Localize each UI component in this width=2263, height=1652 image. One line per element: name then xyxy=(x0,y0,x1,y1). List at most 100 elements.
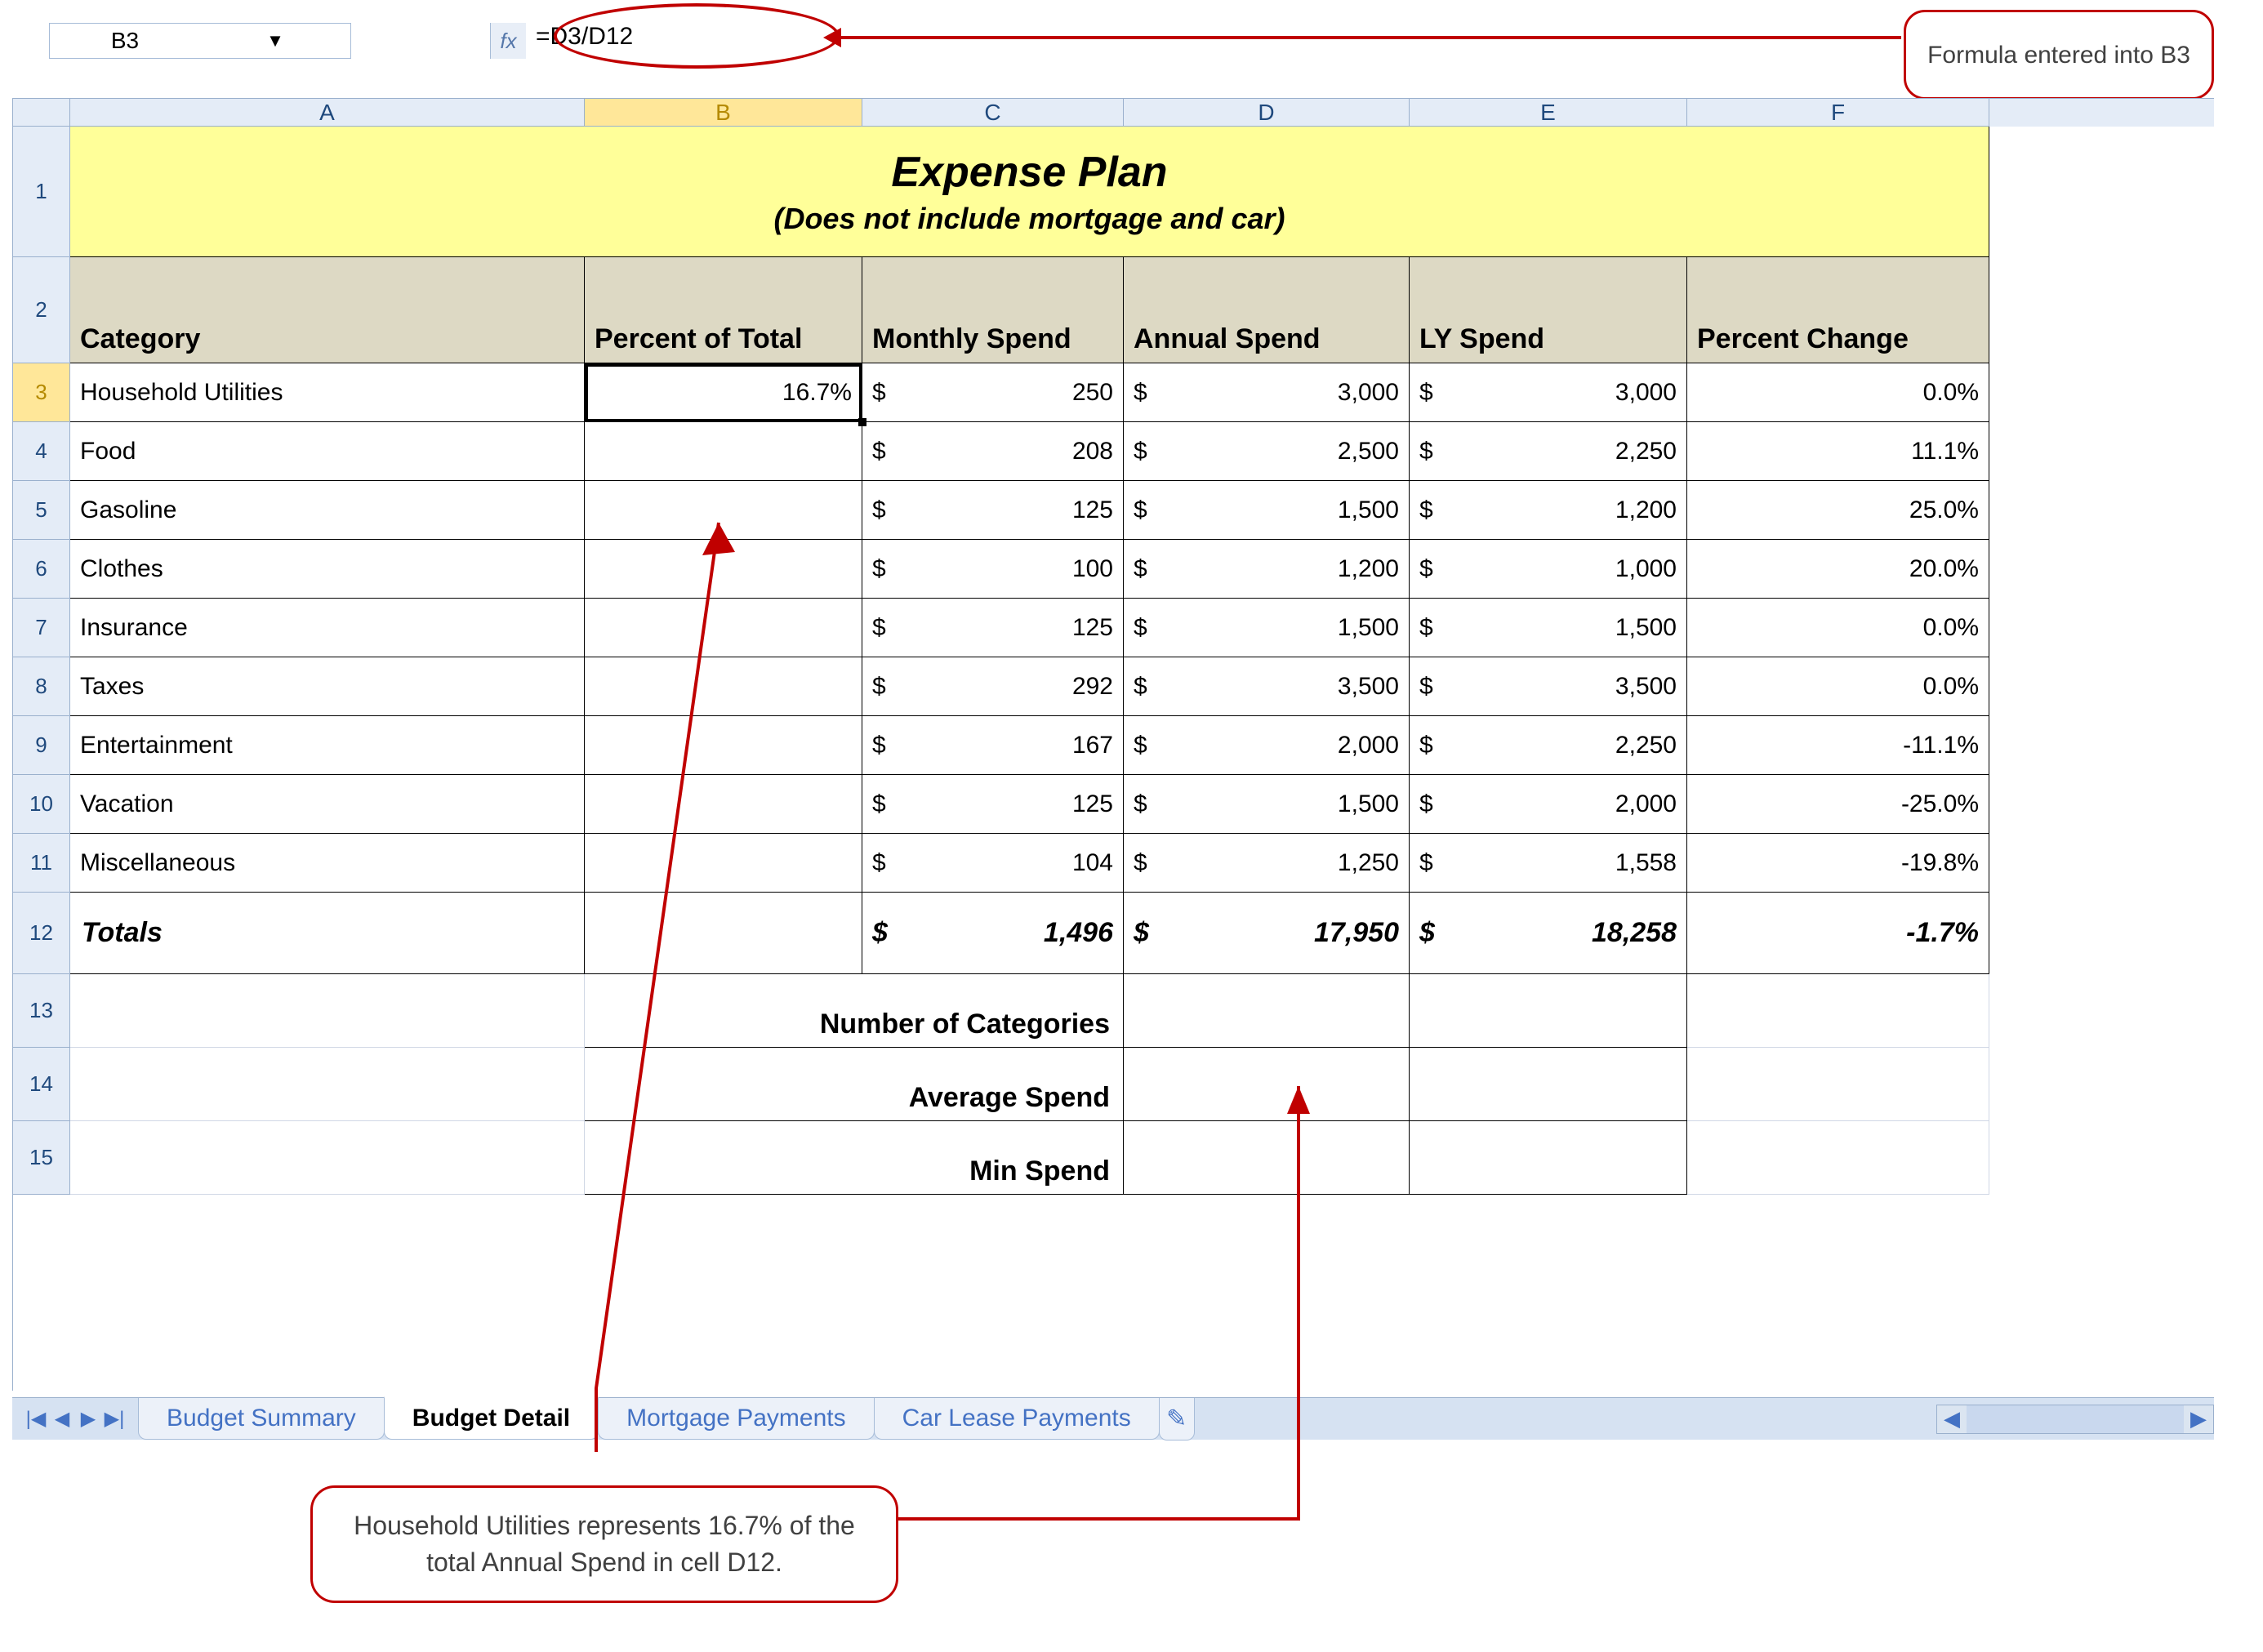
name-box-dropdown-icon[interactable]: ▼ xyxy=(200,30,350,51)
header-percent-change[interactable]: Percent Change xyxy=(1687,257,1989,363)
totals-monthly-cell[interactable]: $1,496 xyxy=(862,893,1124,974)
new-sheet-tab[interactable]: ✎ xyxy=(1159,1398,1195,1440)
column-header-D[interactable]: D xyxy=(1124,99,1410,127)
name-box[interactable]: B3 ▼ xyxy=(49,23,351,59)
annual-spend-cell[interactable]: $1,200 xyxy=(1124,540,1410,599)
percent-total-cell[interactable]: 16.7% xyxy=(585,363,862,422)
horizontal-scrollbar[interactable]: ◀ ▶ xyxy=(1936,1405,2214,1434)
scroll-track[interactable] xyxy=(1967,1405,2184,1433)
cell-E14[interactable] xyxy=(1410,1048,1687,1121)
annual-spend-cell[interactable]: $1,250 xyxy=(1124,834,1410,893)
cell-E15[interactable] xyxy=(1410,1121,1687,1195)
column-header-C[interactable]: C xyxy=(862,99,1124,127)
ly-spend-cell[interactable]: $1,000 xyxy=(1410,540,1687,599)
header-percent-total[interactable]: Percent of Total xyxy=(585,257,862,363)
column-header-F[interactable]: F xyxy=(1687,99,1989,127)
percent-change-cell[interactable]: -25.0% xyxy=(1687,775,1989,834)
formula-bar-input[interactable]: =D3/D12 xyxy=(526,23,1114,59)
monthly-spend-cell[interactable]: $167 xyxy=(862,716,1124,775)
row-header-4[interactable]: 4 xyxy=(13,422,70,481)
category-cell[interactable]: Entertainment xyxy=(70,716,585,775)
label-number-categories[interactable]: Number of Categories xyxy=(585,974,1124,1048)
annual-spend-cell[interactable]: $1,500 xyxy=(1124,599,1410,657)
row-header-2[interactable]: 2 xyxy=(13,257,70,363)
monthly-spend-cell[interactable]: $100 xyxy=(862,540,1124,599)
row-header-9[interactable]: 9 xyxy=(13,716,70,775)
monthly-spend-cell[interactable]: $125 xyxy=(862,775,1124,834)
insert-function-button[interactable]: fx xyxy=(490,23,526,59)
totals-label-cell[interactable]: Totals xyxy=(70,893,585,974)
cell-D13[interactable] xyxy=(1124,974,1410,1048)
column-header-A[interactable]: A xyxy=(70,99,585,127)
annual-spend-cell[interactable]: $1,500 xyxy=(1124,775,1410,834)
ly-spend-cell[interactable]: $1,200 xyxy=(1410,481,1687,540)
cell-D14[interactable] xyxy=(1124,1048,1410,1121)
row-header-13[interactable]: 13 xyxy=(13,974,70,1048)
annual-spend-cell[interactable]: $2,500 xyxy=(1124,422,1410,481)
percent-change-cell[interactable]: 0.0% xyxy=(1687,599,1989,657)
cell-F13[interactable] xyxy=(1687,974,1989,1048)
percent-change-cell[interactable]: 20.0% xyxy=(1687,540,1989,599)
cell-A13[interactable] xyxy=(70,974,585,1048)
annual-spend-cell[interactable]: $3,000 xyxy=(1124,363,1410,422)
row-header-11[interactable]: 11 xyxy=(13,834,70,893)
totals-percent-change-cell[interactable]: -1.7% xyxy=(1687,893,1989,974)
percent-total-cell[interactable] xyxy=(585,657,862,716)
percent-change-cell[interactable]: 0.0% xyxy=(1687,657,1989,716)
header-category[interactable]: Category xyxy=(70,257,585,363)
row-header-3[interactable]: 3 xyxy=(13,363,70,422)
percent-total-cell[interactable] xyxy=(585,540,862,599)
row-header-14[interactable]: 14 xyxy=(13,1048,70,1121)
percent-total-cell[interactable] xyxy=(585,422,862,481)
category-cell[interactable]: Gasoline xyxy=(70,481,585,540)
row-header-7[interactable]: 7 xyxy=(13,599,70,657)
category-cell[interactable]: Clothes xyxy=(70,540,585,599)
row-header-15[interactable]: 15 xyxy=(13,1121,70,1195)
ly-spend-cell[interactable]: $1,558 xyxy=(1410,834,1687,893)
totals-ly-cell[interactable]: $18,258 xyxy=(1410,893,1687,974)
sheet-nav-prev-icon[interactable]: ◀ xyxy=(50,1407,74,1431)
cell-F15[interactable] xyxy=(1687,1121,1989,1195)
row-header-10[interactable]: 10 xyxy=(13,775,70,834)
category-cell[interactable]: Vacation xyxy=(70,775,585,834)
sheet-tab[interactable]: Budget Detail xyxy=(384,1396,599,1440)
column-header-B[interactable]: B xyxy=(585,99,862,127)
column-header-E[interactable]: E xyxy=(1410,99,1687,127)
row-header-6[interactable]: 6 xyxy=(13,540,70,599)
row-header-1[interactable]: 1 xyxy=(13,127,70,257)
label-min-spend[interactable]: Min Spend xyxy=(585,1121,1124,1195)
cell-D15[interactable] xyxy=(1124,1121,1410,1195)
scroll-left-icon[interactable]: ◀ xyxy=(1937,1406,1967,1432)
ly-spend-cell[interactable]: $2,000 xyxy=(1410,775,1687,834)
row-header-5[interactable]: 5 xyxy=(13,481,70,540)
percent-total-cell[interactable] xyxy=(585,775,862,834)
header-monthly-spend[interactable]: Monthly Spend xyxy=(862,257,1124,363)
title-cell[interactable]: Expense Plan (Does not include mortgage … xyxy=(70,127,1989,257)
row-header-8[interactable]: 8 xyxy=(13,657,70,716)
spreadsheet-grid[interactable]: A B C D E F 1 Expense Plan (Does not inc… xyxy=(12,98,2214,1391)
percent-total-cell[interactable] xyxy=(585,599,862,657)
sheet-tab[interactable]: Mortgage Payments xyxy=(598,1398,874,1440)
monthly-spend-cell[interactable]: $208 xyxy=(862,422,1124,481)
annual-spend-cell[interactable]: $3,500 xyxy=(1124,657,1410,716)
cell-A14[interactable] xyxy=(70,1048,585,1121)
percent-change-cell[interactable]: -11.1% xyxy=(1687,716,1989,775)
percent-total-cell[interactable] xyxy=(585,834,862,893)
category-cell[interactable]: Miscellaneous xyxy=(70,834,585,893)
cell-A15[interactable] xyxy=(70,1121,585,1195)
monthly-spend-cell[interactable]: $292 xyxy=(862,657,1124,716)
ly-spend-cell[interactable]: $3,000 xyxy=(1410,363,1687,422)
ly-spend-cell[interactable]: $1,500 xyxy=(1410,599,1687,657)
label-average-spend[interactable]: Average Spend xyxy=(585,1048,1124,1121)
sheet-nav-last-icon[interactable]: ▶| xyxy=(102,1407,127,1431)
percent-change-cell[interactable]: -19.8% xyxy=(1687,834,1989,893)
ly-spend-cell[interactable]: $2,250 xyxy=(1410,422,1687,481)
percent-total-cell[interactable] xyxy=(585,481,862,540)
category-cell[interactable]: Insurance xyxy=(70,599,585,657)
sheet-tab[interactable]: Car Lease Payments xyxy=(874,1398,1160,1440)
percent-change-cell[interactable]: 25.0% xyxy=(1687,481,1989,540)
monthly-spend-cell[interactable]: $125 xyxy=(862,599,1124,657)
percent-total-cell[interactable] xyxy=(585,716,862,775)
annual-spend-cell[interactable]: $2,000 xyxy=(1124,716,1410,775)
monthly-spend-cell[interactable]: $104 xyxy=(862,834,1124,893)
